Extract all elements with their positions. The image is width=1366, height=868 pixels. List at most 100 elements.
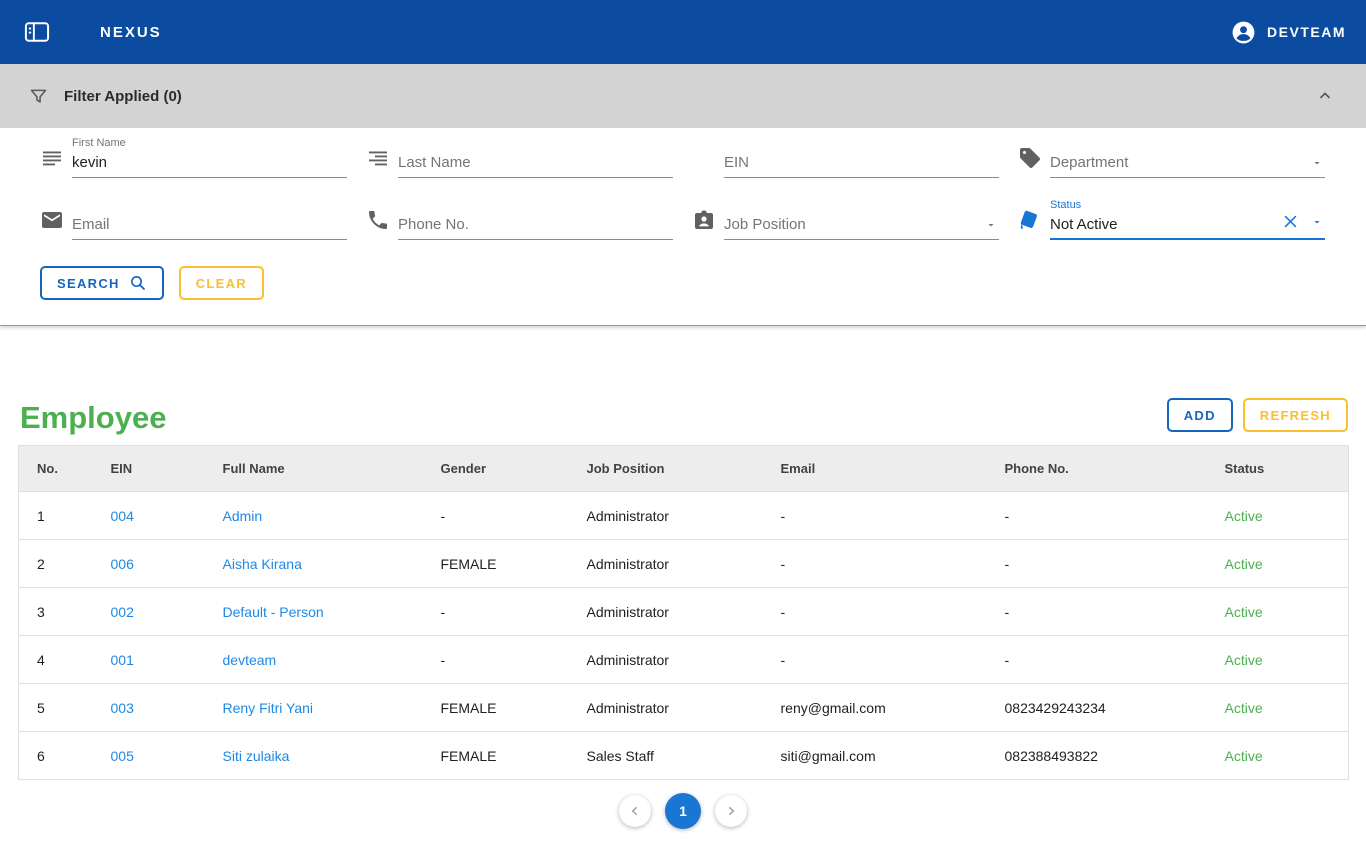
cell-full-name[interactable]: Reny Fitri Yani	[205, 684, 423, 732]
job-position-dropdown-icon[interactable]	[985, 219, 997, 231]
full-name-link[interactable]: Siti zulaika	[223, 748, 290, 764]
department-dropdown-icon[interactable]	[1311, 157, 1323, 169]
cell-email: -	[763, 588, 987, 636]
table-row: 4001devteam-Administrator--Active	[19, 636, 1349, 684]
status-clear-icon[interactable]	[1282, 213, 1299, 230]
cell-job-position-text: Administrator	[587, 508, 669, 524]
cell-full-name[interactable]: devteam	[205, 636, 423, 684]
ein-label-spacer	[724, 136, 999, 151]
cell-job-position: Administrator	[569, 540, 763, 588]
cell-phone: 082388493822	[987, 732, 1207, 780]
cell-phone: -	[987, 540, 1207, 588]
cell-gender: FEMALE	[423, 732, 569, 780]
cell-status-text: Active	[1225, 508, 1263, 524]
chevron-up-icon	[1316, 87, 1334, 105]
refresh-button[interactable]: REFRESH	[1243, 398, 1348, 432]
cell-phone: 0823429243234	[987, 684, 1207, 732]
cell-no: 1	[19, 492, 93, 540]
filter-panel: First Name	[0, 128, 1366, 326]
full-name-link[interactable]: devteam	[223, 652, 277, 668]
ein-link[interactable]: 005	[111, 748, 134, 764]
ein-link[interactable]: 006	[111, 556, 134, 572]
employee-table: No.EINFull NameGenderJob PositionEmailPh…	[18, 445, 1349, 780]
cell-ein[interactable]: 005	[93, 732, 205, 780]
tag-icon	[1018, 146, 1042, 170]
clear-button[interactable]: CLEAR	[179, 266, 264, 300]
ein-link[interactable]: 002	[111, 604, 134, 620]
cell-job-position-text: Administrator	[587, 652, 669, 668]
last-name-field	[366, 136, 673, 178]
cell-status-text: Active	[1225, 604, 1263, 620]
cell-status: Active	[1207, 492, 1349, 540]
cell-full-name[interactable]: Siti zulaika	[205, 732, 423, 780]
search-icon	[129, 274, 147, 292]
cell-email-text: -	[781, 604, 786, 620]
cell-full-name[interactable]: Aisha Kirana	[205, 540, 423, 588]
cell-phone-text: -	[1005, 556, 1010, 572]
filter-collapse-button[interactable]	[1312, 83, 1338, 109]
cell-full-name[interactable]: Admin	[205, 492, 423, 540]
ein-link[interactable]: 001	[111, 652, 134, 668]
cell-email: -	[763, 492, 987, 540]
search-button-label: SEARCH	[57, 276, 120, 291]
phone-field	[366, 198, 673, 240]
job-position-field	[692, 198, 999, 240]
employee-title-row: Employee ADD REFRESH	[18, 398, 1348, 436]
ein-link[interactable]: 003	[111, 700, 134, 716]
cell-no-text: 6	[37, 748, 45, 764]
filter-header-bar[interactable]: Filter Applied (0)	[0, 64, 1366, 128]
column-header-no: No.	[19, 446, 93, 492]
last-name-input[interactable]	[398, 151, 673, 171]
search-button[interactable]: SEARCH	[40, 266, 164, 300]
ein-link[interactable]: 004	[111, 508, 134, 524]
full-name-link[interactable]: Reny Fitri Yani	[223, 700, 314, 716]
user-name: DEVTEAM	[1267, 24, 1346, 40]
cell-status-text: Active	[1225, 652, 1263, 668]
cell-status: Active	[1207, 684, 1349, 732]
cell-gender: FEMALE	[423, 540, 569, 588]
phone-label-spacer	[398, 198, 673, 213]
cell-phone: -	[987, 636, 1207, 684]
cell-phone-text: 082388493822	[1005, 748, 1098, 764]
phone-input[interactable]	[398, 213, 673, 233]
cell-ein[interactable]: 002	[93, 588, 205, 636]
cell-ein[interactable]: 003	[93, 684, 205, 732]
cell-email-text: reny@gmail.com	[781, 700, 886, 716]
cell-ein[interactable]: 006	[93, 540, 205, 588]
last-name-label-spacer	[398, 136, 673, 151]
email-input[interactable]	[72, 213, 347, 233]
cell-phone-text: -	[1005, 652, 1010, 668]
cell-full-name[interactable]: Default - Person	[205, 588, 423, 636]
full-name-link[interactable]: Default - Person	[223, 604, 324, 620]
brand-title: NEXUS	[100, 24, 162, 41]
cell-gender-text: FEMALE	[441, 556, 497, 572]
sidebar-toggle-button[interactable]	[20, 16, 54, 48]
cell-job-position: Administrator	[569, 588, 763, 636]
department-select[interactable]	[1050, 151, 1325, 171]
job-position-body	[724, 198, 999, 240]
column-header-status: Status	[1207, 446, 1349, 492]
cell-ein[interactable]: 004	[93, 492, 205, 540]
next-page-button[interactable]	[715, 795, 747, 827]
filter-fields-grid: First Name	[40, 136, 1325, 240]
app-topbar: NEXUS DEVTEAM	[0, 0, 1366, 64]
table-row: 3002Default - Person-Administrator--Acti…	[19, 588, 1349, 636]
cell-ein[interactable]: 001	[93, 636, 205, 684]
phone-body	[398, 198, 673, 240]
phone-icon	[366, 208, 390, 232]
status-body: Status	[1050, 198, 1325, 240]
add-button[interactable]: ADD	[1167, 398, 1233, 432]
page-1-button[interactable]: 1	[665, 793, 701, 829]
job-position-select[interactable]	[724, 213, 999, 233]
cell-job-position: Administrator	[569, 636, 763, 684]
previous-page-button[interactable]	[619, 795, 651, 827]
cell-status: Active	[1207, 732, 1349, 780]
user-menu[interactable]: DEVTEAM	[1231, 20, 1346, 45]
first-name-input[interactable]	[72, 151, 347, 171]
full-name-link[interactable]: Aisha Kirana	[223, 556, 302, 572]
cell-phone-text: -	[1005, 508, 1010, 524]
ein-input[interactable]	[724, 151, 999, 171]
cell-gender: -	[423, 636, 569, 684]
full-name-link[interactable]: Admin	[223, 508, 263, 524]
status-dropdown-icon[interactable]	[1311, 216, 1323, 228]
